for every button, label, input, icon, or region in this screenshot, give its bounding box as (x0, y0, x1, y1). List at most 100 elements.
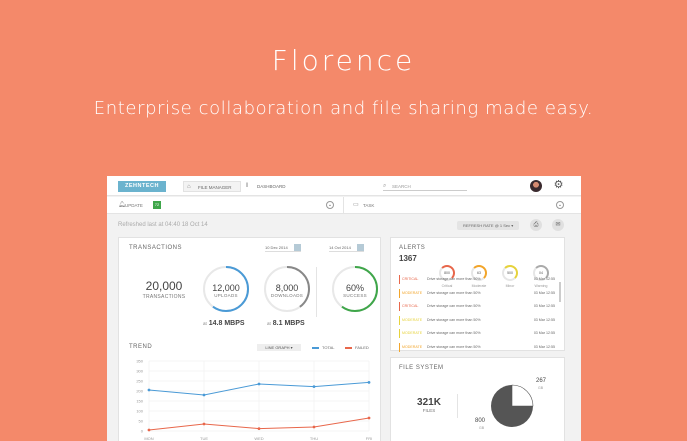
x-tick-label: WED (254, 436, 263, 441)
alert-time: 03 Mar 12:55 (533, 344, 555, 349)
total-transactions-label: TRANSACTIONS (142, 294, 186, 300)
x-tick-label: TUE (200, 436, 208, 441)
downloads-stat: 8,000 DOWNLOADS (262, 283, 312, 298)
divider (343, 197, 344, 214)
data-point-failed[interactable] (202, 422, 206, 426)
data-point-failed[interactable] (147, 428, 151, 432)
downloads-rate-prefix: at (267, 321, 271, 326)
mail-icon[interactable]: ✉ (552, 219, 564, 231)
legend-total-swatch (312, 346, 319, 349)
task-label[interactable]: TASK (363, 203, 374, 208)
hero-subtitle: Enterprise collaboration and file sharin… (93, 98, 594, 119)
bars-icon: ‖ (246, 183, 249, 189)
files-stat: 321K FILES (411, 397, 447, 413)
alert-severity: CRITICAL (402, 304, 419, 308)
downloads-rate-value: 8.1 MBPS (272, 320, 305, 327)
chevron-down-icon[interactable]: ⌄ (326, 201, 334, 209)
date-to-picker[interactable]: 14 Oct 2014 (329, 244, 364, 252)
slice-b-label: GB (479, 426, 485, 430)
search-placeholder: SEARCH (392, 184, 411, 189)
data-point-total[interactable] (367, 381, 371, 384)
search-input[interactable]: ⌕ SEARCH (383, 183, 467, 191)
nav-file-manager[interactable]: ⌂ FILE MANAGER (183, 181, 241, 192)
alert-row[interactable]: MODERATE Drive storage can more than 50% 0… (399, 329, 555, 338)
alert-time: 03 Mar 12:55 (533, 304, 555, 308)
calendar-icon (356, 244, 364, 252)
data-point-total[interactable] (202, 393, 206, 397)
data-point-failed[interactable] (367, 416, 371, 420)
x-tick-label: MON (144, 436, 153, 441)
data-point-total[interactable] (147, 388, 151, 392)
file-system-pie (491, 384, 534, 427)
folder-icon: ▭ (353, 202, 359, 208)
legend-failed-label: FAILED (355, 345, 369, 350)
alert-row[interactable]: MODERATE Drive storage can more than 50% 0… (399, 315, 555, 325)
total-transactions: 20,000 TRANSACTIONS (129, 279, 199, 300)
x-tick-label: THU (310, 436, 318, 441)
avatar[interactable] (530, 180, 542, 192)
data-point-failed[interactable] (312, 425, 316, 429)
alerts-scrollbar[interactable] (559, 282, 561, 302)
uploads-rate-value: 14.8 MBPS (208, 320, 245, 327)
pie-slice-a[interactable] (511, 384, 534, 407)
gear-icon[interactable]: ⚙ (552, 179, 565, 192)
alert-time: 03 Mar 12:55 (533, 331, 555, 335)
total-transactions-value: 20,000 (145, 279, 183, 293)
alert-time: 03 Mar 12:55 (533, 317, 555, 322)
alert-message: Drive storage can more than 50% (427, 277, 481, 281)
alert-severity: MODERATE (402, 344, 423, 349)
update-label[interactable]: UPDATE (125, 203, 143, 208)
top-bar: ZEHNTECH ⌂ FILE MANAGER ‖ DASHBOARD ⌕ SE… (107, 176, 581, 196)
print-icon[interactable]: ⎙ (530, 219, 542, 231)
legend-failed-swatch (345, 346, 352, 349)
alert-row[interactable]: MODERATE Drive storage can more than 50% 0… (399, 288, 555, 298)
legend-failed[interactable]: FAILED (345, 345, 369, 350)
chart-type-select[interactable]: LINE GRAPH ▾ (257, 344, 301, 351)
downloads-label: DOWNLOADS (270, 293, 304, 298)
y-tick-label: 0 (141, 429, 144, 434)
alert-message: Drive storage can more than 50% (427, 331, 481, 335)
alerts-card: ALERTS 1367 800 Critical 63 Moderate 500 Mino… (390, 237, 565, 352)
alert-time: 03 Mar 12:55 (533, 277, 555, 281)
files-value: 321K (417, 397, 441, 408)
divider (457, 394, 458, 418)
alerts-count: 1367 (399, 254, 417, 263)
data-point-failed[interactable] (257, 427, 261, 430)
transactions-title: TRANSACTIONS (129, 245, 183, 251)
alert-message: Drive storage can more than 50% (427, 317, 481, 322)
divider (316, 267, 317, 317)
chevron-down-icon[interactable]: ⌄ (556, 201, 564, 209)
file-system-card: FILE SYSTEM 321K FILES 267 GB 800 GB (390, 357, 565, 441)
sub-bar: 🔔︎ UPDATE 72 ⌄ ▭ TASK ⌄ (107, 197, 581, 214)
data-point-total[interactable] (312, 385, 316, 388)
alert-severity: CRITICAL (402, 277, 419, 281)
slice-a-value: 267 (536, 378, 547, 384)
downloads-value: 8,000 (275, 283, 299, 293)
trend-title: TREND (129, 344, 153, 350)
alert-message: Drive storage can more than 50% (427, 344, 481, 349)
hero-title: Florence (271, 44, 416, 77)
brand-logo[interactable]: ZEHNTECH (118, 181, 166, 192)
alert-message: Drive storage can more than 50% (427, 304, 481, 308)
legend-total[interactable]: TOTAL (312, 345, 335, 350)
nav-file-manager-label: FILE MANAGER (198, 185, 232, 190)
date-from-picker[interactable]: 10 Dec 2014 (265, 244, 301, 252)
y-tick-label: 100 (136, 409, 143, 414)
slice-b-value: 800 (475, 418, 486, 424)
uploads-stat: 12,000 UPLOADS (201, 283, 251, 298)
refresh-rate-select[interactable]: REFRESH RATE @ 1 Sec ▾ (457, 221, 520, 230)
search-icon: ⌕ (383, 183, 387, 189)
refreshed-text: Refreshed last at 04:40 18 Oct 14 (118, 222, 208, 228)
alert-row[interactable]: MODERATE Drive storage can more than 50% 0… (399, 342, 555, 352)
app-screenshot: ZEHNTECH ⌂ FILE MANAGER ‖ DASHBOARD ⌕ SE… (107, 176, 581, 441)
success-label: SUCCESS (343, 293, 367, 298)
trend-chart: 0 50 100 150 200 250 300 350 MON TUE WED THU FRI (136, 359, 372, 441)
nav-dashboard-label: DASHBOARD (257, 184, 286, 189)
calendar-icon (293, 244, 301, 252)
alert-gauge-label: Critical (441, 284, 453, 288)
alert-row[interactable]: CRITICAL Drive storage can more than 50% 0… (399, 275, 555, 284)
alert-row[interactable]: CRITICAL Drive storage can more than 50% 0… (399, 302, 555, 311)
nav-dashboard[interactable]: ‖ DASHBOARD (243, 181, 293, 192)
legend-total-label: TOTAL (322, 345, 335, 350)
data-point-total[interactable] (257, 382, 261, 386)
